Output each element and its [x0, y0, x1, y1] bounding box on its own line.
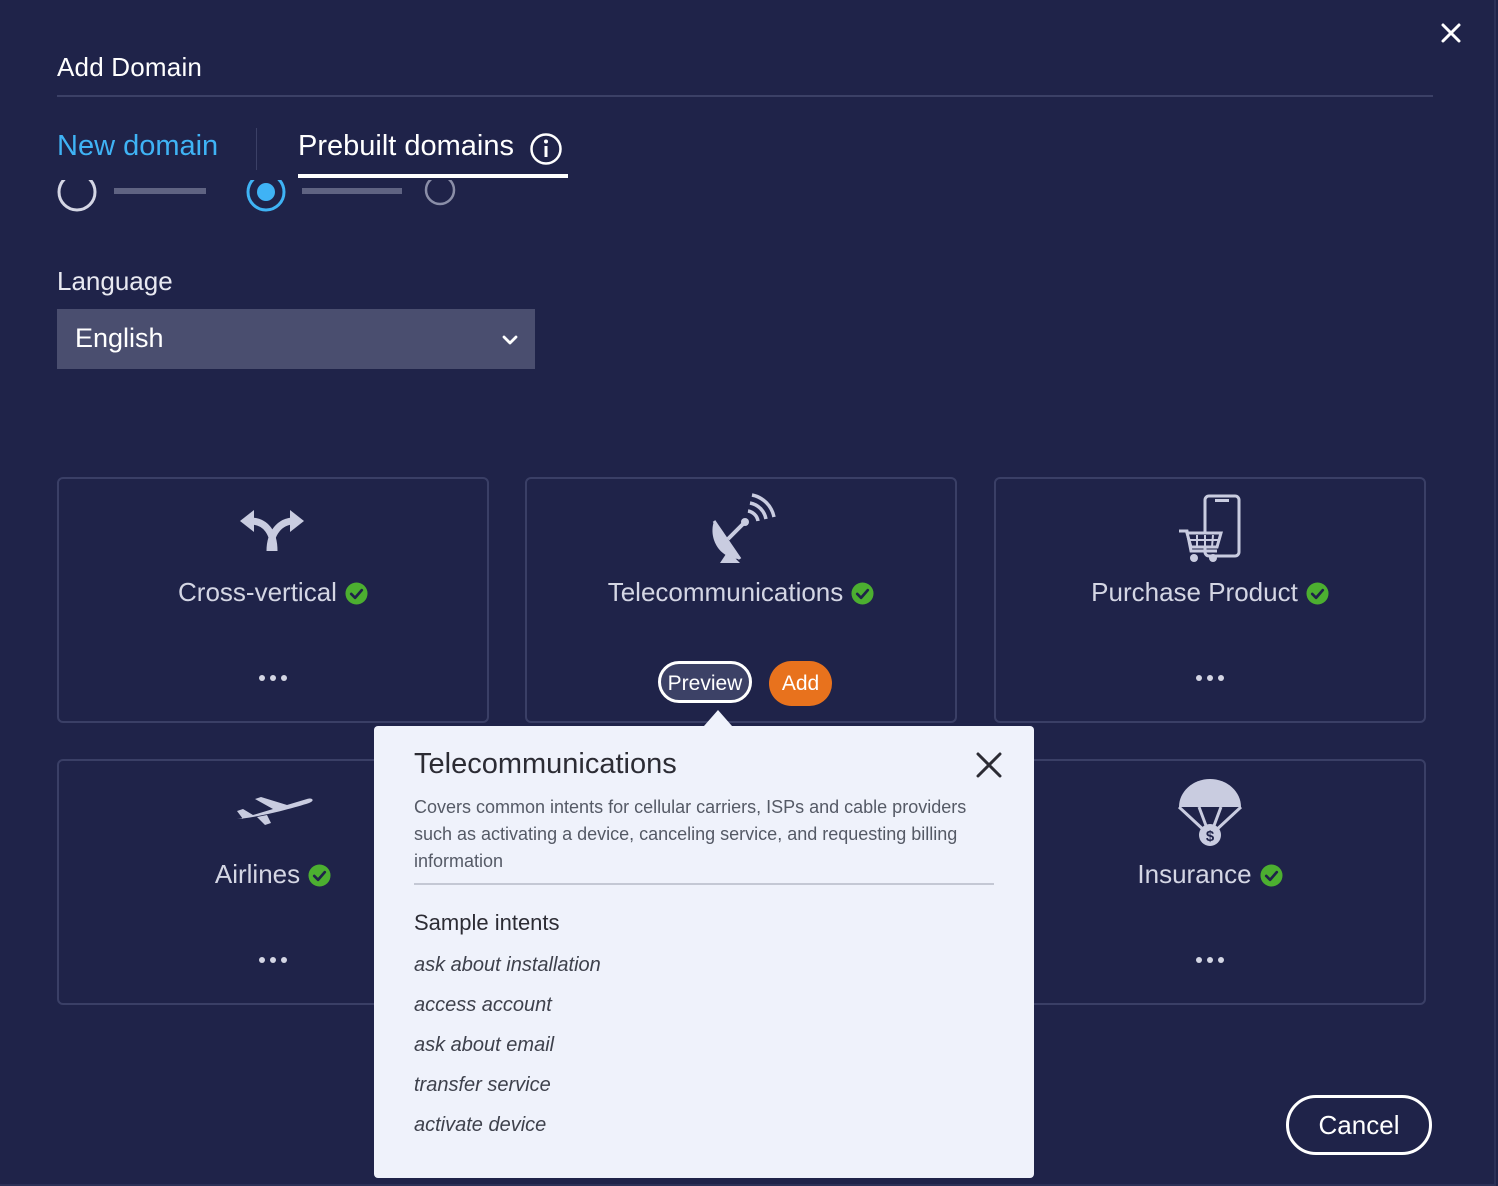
popover-title: Telecommunications: [414, 748, 677, 780]
svg-text:$: $: [1206, 828, 1215, 845]
domain-card-title: Insurance: [996, 859, 1424, 890]
check-circle-icon: [851, 582, 874, 605]
more-options-icon[interactable]: [259, 957, 287, 963]
tab-new-domain[interactable]: New domain: [57, 130, 218, 163]
parachute-dollar-icon: $: [1177, 779, 1243, 846]
tab-divider: [256, 128, 257, 170]
check-circle-icon: [308, 864, 331, 887]
close-icon[interactable]: [974, 750, 1004, 780]
popover-arrow: [704, 710, 732, 726]
more-options-icon[interactable]: [259, 675, 287, 681]
domain-card-title: Cross-vertical: [59, 577, 487, 608]
tab-prebuilt-domains[interactable]: Prebuilt domains: [298, 130, 514, 163]
cancel-button[interactable]: Cancel: [1286, 1095, 1432, 1155]
preview-popover: Telecommunications Covers common intents…: [374, 710, 1034, 1178]
sample-intent-item: activate device: [414, 1114, 547, 1136]
sample-intent-item: ask about email: [414, 1034, 555, 1056]
popover-divider: [414, 883, 994, 885]
check-circle-icon: [345, 582, 368, 605]
radio-row-graphic: [57, 180, 456, 212]
satellite-dish-icon: [712, 493, 776, 563]
check-circle-icon: [1306, 582, 1329, 605]
domain-card-telecommunications[interactable]: Telecommunications Preview Add: [525, 477, 957, 723]
domain-card-insurance[interactable]: $ Insurance: [994, 759, 1426, 1005]
domain-card-purchase-product[interactable]: Purchase Product: [994, 477, 1426, 723]
sample-intent-item: transfer service: [414, 1074, 551, 1096]
dialog-title: Add Domain: [57, 52, 203, 82]
sample-intent-item: ask about installation: [414, 954, 601, 976]
phone-cart-icon: [1179, 494, 1241, 562]
status-radio-row-clipped: [56, 180, 476, 214]
sample-intents-list: ask about installation access account as…: [414, 950, 601, 1150]
airplane-icon: [235, 797, 313, 825]
title-divider: [57, 95, 1433, 97]
popover-description: Covers common intents for cellular carri…: [414, 797, 967, 871]
check-circle-icon: [1260, 864, 1283, 887]
info-icon[interactable]: [529, 132, 563, 166]
active-tab-indicator: [298, 174, 568, 178]
language-select[interactable]: English: [57, 309, 535, 369]
close-icon[interactable]: [1436, 18, 1466, 48]
preview-button[interactable]: Preview: [658, 661, 752, 703]
more-options-icon[interactable]: [1196, 675, 1224, 681]
sample-intents-heading: Sample intents: [414, 910, 560, 935]
more-options-icon[interactable]: [1196, 957, 1224, 963]
sample-intent-item: access account: [414, 994, 552, 1016]
language-select-value: English: [75, 323, 164, 353]
domain-card-cross-vertical[interactable]: Cross-vertical: [57, 477, 489, 723]
language-label: Language: [57, 266, 173, 296]
chevron-down-icon: [502, 335, 518, 345]
add-domain-dialog: Add Domain New domain Prebuilt domains L…: [0, 0, 1496, 1186]
domain-card-title: Purchase Product: [996, 577, 1424, 608]
add-button[interactable]: Add: [769, 661, 832, 706]
curved-arrows-icon: [240, 510, 304, 552]
domain-card-title: Telecommunications: [527, 577, 955, 608]
